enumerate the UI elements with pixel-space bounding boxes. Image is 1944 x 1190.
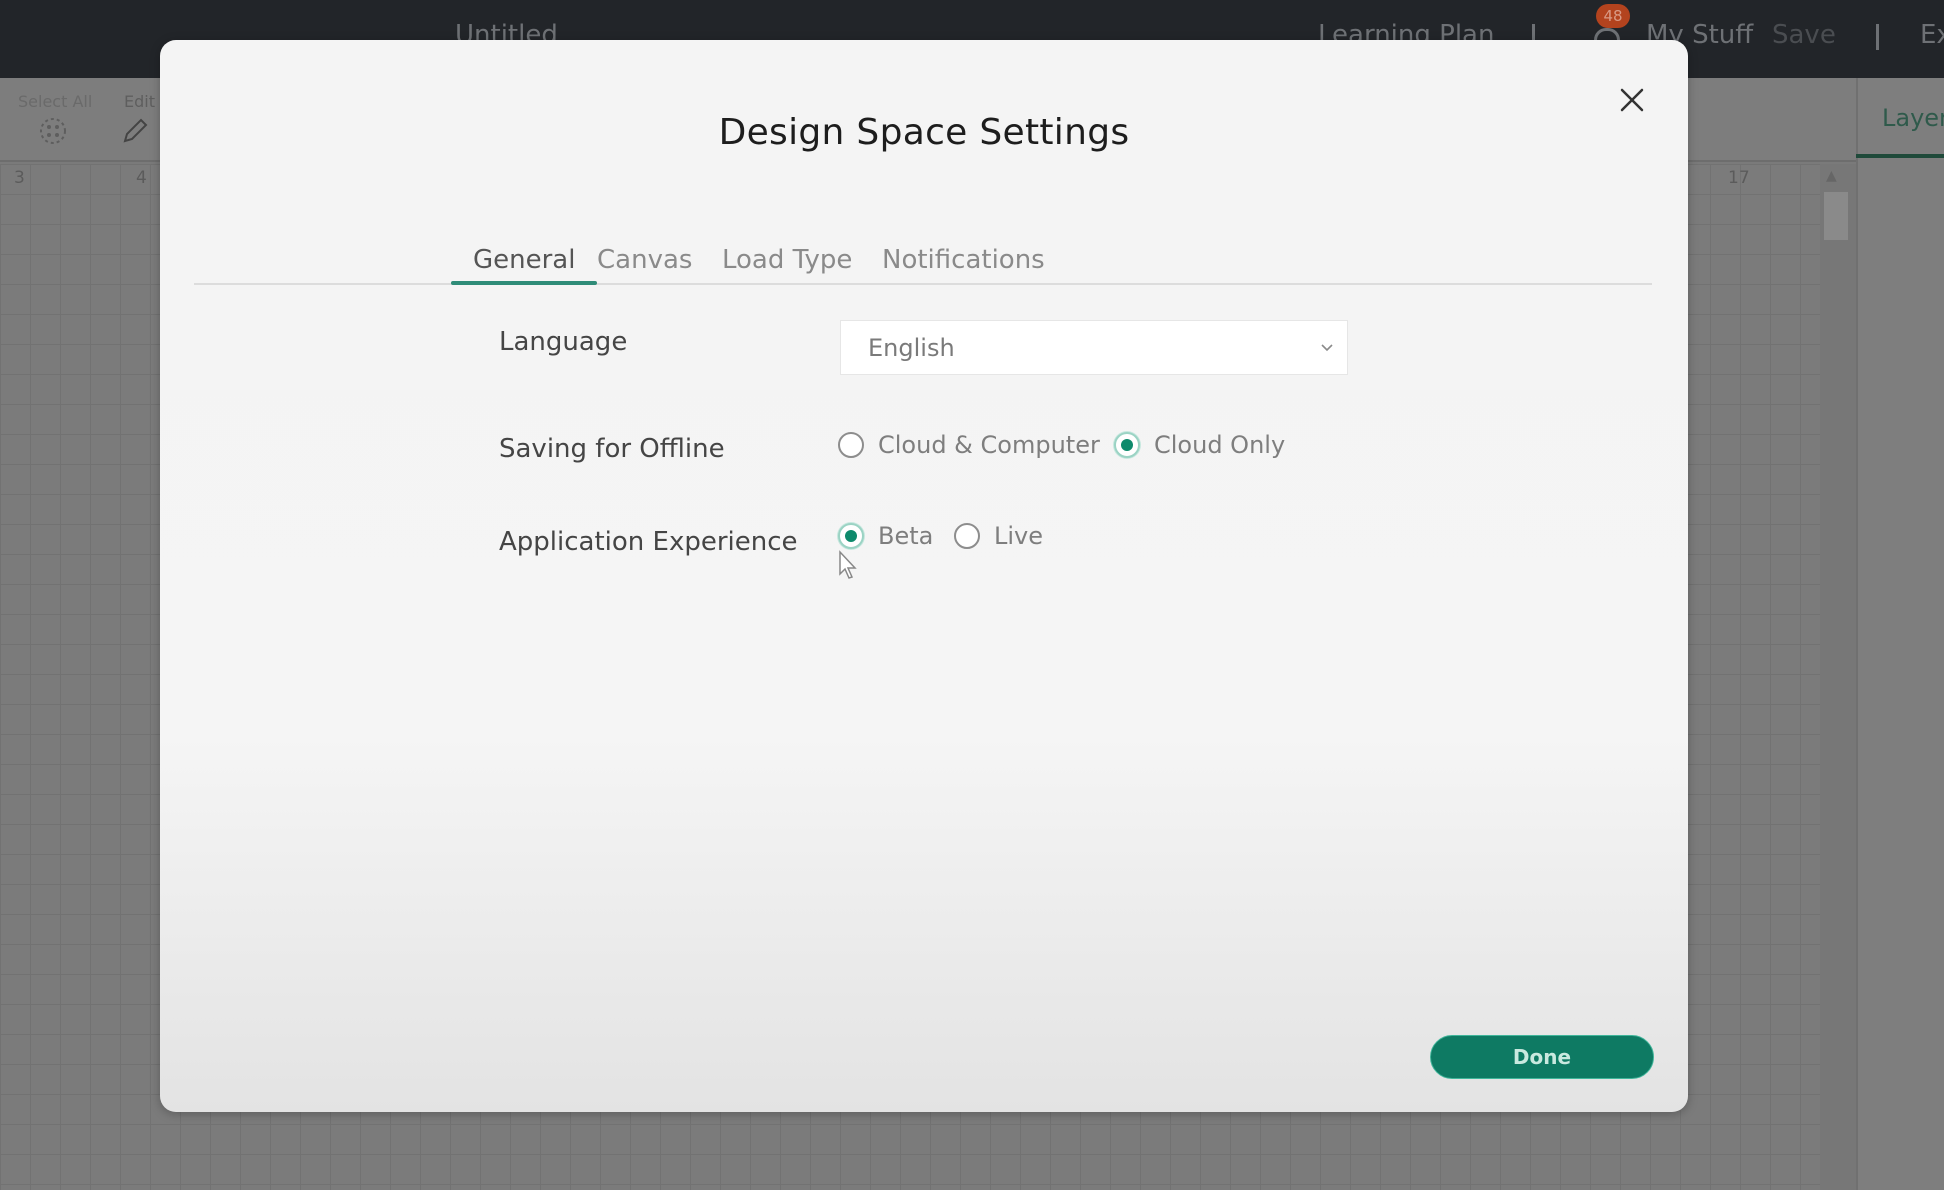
radio-button[interactable] <box>838 432 864 458</box>
language-select-value: English <box>868 334 955 362</box>
tab-load-type[interactable]: Load Type <box>722 245 852 275</box>
radio-label: Cloud Only <box>1154 431 1286 459</box>
radio-label: Cloud & Computer <box>878 431 1100 459</box>
active-tab-indicator <box>451 281 597 285</box>
radio-cloud-computer[interactable]: Cloud & Computer <box>838 431 1100 459</box>
language-select[interactable]: English <box>840 320 1348 375</box>
dialog-title: Design Space Settings <box>718 112 1130 153</box>
layers-panel <box>1856 78 1944 1190</box>
canvas-scrollbar[interactable] <box>1820 164 1856 1190</box>
scrollbar-thumb[interactable] <box>1824 192 1848 240</box>
close-icon <box>1620 88 1644 112</box>
radio-cloud-only[interactable]: Cloud Only <box>1114 431 1285 459</box>
select-all-label: Select All <box>18 92 93 111</box>
ruler-tick: 17 <box>1728 168 1750 188</box>
tab-notifications[interactable]: Notifications <box>882 245 1045 275</box>
tab-general[interactable]: General <box>473 245 575 275</box>
settings-dialog: Design Space Settings General Canvas Loa… <box>160 40 1688 1112</box>
close-button[interactable] <box>1612 80 1652 120</box>
select-all-icon[interactable] <box>38 116 68 154</box>
saving-offline-label: Saving for Offline <box>499 434 725 464</box>
tab-layers[interactable]: Layer <box>1882 104 1944 132</box>
ruler-tick: 4 <box>136 168 147 188</box>
radio-beta[interactable]: Beta <box>838 522 933 550</box>
radio-button-checked[interactable] <box>838 523 864 549</box>
radio-live[interactable]: Live <box>954 522 1043 550</box>
radio-label: Beta <box>878 522 934 550</box>
radio-button-checked[interactable] <box>1114 432 1140 458</box>
language-label: Language <box>499 327 628 357</box>
mouse-cursor-icon <box>839 550 857 579</box>
notification-badge: 48 <box>1596 4 1630 28</box>
done-button[interactable]: Done <box>1430 1035 1654 1079</box>
radio-button[interactable] <box>954 523 980 549</box>
save-button[interactable]: Save <box>1772 20 1836 50</box>
exit-button[interactable]: Ex <box>1920 20 1944 50</box>
layers-tab-indicator <box>1856 154 1944 158</box>
tab-canvas[interactable]: Canvas <box>597 245 692 275</box>
settings-tabs: General Canvas Load Type Notifications <box>194 225 1652 285</box>
scroll-up-arrow-icon[interactable]: ▲ <box>1826 168 1837 184</box>
chevron-down-icon <box>1321 344 1333 352</box>
app-experience-label: Application Experience <box>499 527 798 557</box>
ruler-tick: 3 <box>14 168 25 188</box>
radio-label: Live <box>994 522 1044 550</box>
pencil-icon[interactable] <box>120 116 150 154</box>
divider <box>1876 24 1879 50</box>
edit-label: Edit <box>124 92 155 111</box>
